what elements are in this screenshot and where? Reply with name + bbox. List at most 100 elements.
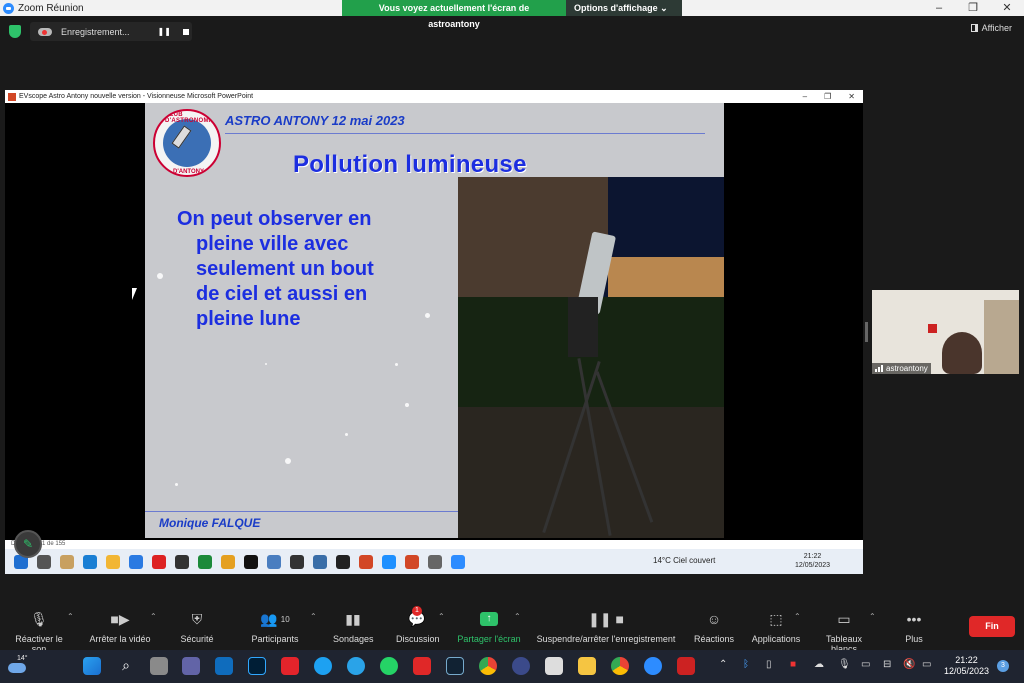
shared-screen: EVscope Astro Antony nouvelle version - … (5, 90, 863, 574)
chrome-icon[interactable] (479, 657, 497, 675)
chat-bubble-icon: 💬 1 (408, 606, 426, 627)
chat-badge: 1 (412, 606, 422, 616)
reactions-button[interactable]: ☺ Réactions (694, 610, 734, 644)
onedrive-icon[interactable]: ☁ (814, 659, 824, 670)
view-button[interactable]: Afficher (970, 23, 1012, 33)
reactions-label: Réactions (694, 634, 735, 644)
share-label: Partager l'écran (457, 634, 521, 644)
security-button[interactable]: ⛨ Sécurité (180, 610, 214, 645)
chat-button[interactable]: 💬 1 Discussion ⌃ (396, 606, 445, 644)
volume-muted-icon[interactable]: 🔇 (903, 659, 915, 670)
encryption-shield-icon[interactable] (9, 25, 21, 38)
audio-options-caret[interactable]: ⌃ (67, 612, 74, 621)
participant-avatar (942, 332, 982, 374)
recording-indicator: Enregistrement... ❚❚ (30, 22, 192, 41)
view-label: Afficher (981, 23, 1012, 33)
notification-badge[interactable]: 3 (997, 660, 1009, 672)
stop-video-button[interactable]: ■▶ Arrêter la vidéo ⌃ (88, 610, 156, 645)
outlook-icon[interactable] (215, 657, 233, 675)
chat-caret[interactable]: ⌃ (438, 612, 445, 621)
file-explorer-icon[interactable] (578, 657, 596, 675)
video-options-caret[interactable]: ⌃ (150, 612, 157, 621)
snipping-tool-icon[interactable] (545, 657, 563, 675)
edge-icon[interactable] (314, 657, 332, 675)
start-button-icon[interactable] (83, 657, 101, 675)
participants-button[interactable]: 👥 10 Participants ⌃ (250, 610, 316, 645)
restore-button[interactable]: ❐ (956, 0, 990, 16)
microphone-icon[interactable]: 🎙 (838, 659, 851, 670)
app-icon[interactable] (347, 657, 365, 675)
header-divider (225, 133, 705, 134)
powerpoint-icon (8, 92, 16, 101)
pause-recording-button[interactable]: ❚❚ (158, 27, 171, 36)
participant-name-tag: astroantony (872, 363, 931, 374)
close-button[interactable]: ✕ (990, 0, 1024, 16)
usb-icon[interactable]: ▯ (766, 659, 772, 670)
tray-overflow-icon[interactable]: ⌃ (719, 659, 727, 670)
participant-name: astroantony (886, 364, 928, 373)
signal-icon (875, 365, 883, 372)
window-controls: – ❐ ✕ (922, 0, 1024, 16)
security-label: Sécurité (180, 634, 214, 644)
body-line: de ciel et aussi en (196, 283, 368, 305)
unmute-button[interactable]: 🎙 Réactiver le son ⌃ (7, 610, 74, 655)
app-tray-icon[interactable]: ■ (790, 659, 796, 670)
apps-label: Applications (751, 634, 801, 644)
logo-text-bottom: D'ANTONY (173, 169, 204, 175)
view-options-button[interactable]: Options d'affichage ⌄ (566, 0, 682, 16)
panel-splitter[interactable] (865, 322, 868, 342)
whatsapp-icon[interactable] (380, 657, 398, 675)
participant-video-tile[interactable]: astroantony (872, 290, 1019, 374)
body-line: pleine ville avec (196, 233, 349, 255)
end-meeting-button[interactable]: Fin (969, 616, 1015, 637)
bluetooth-icon[interactable]: ᛒ (743, 659, 749, 670)
whiteboard-icon: ▭ (837, 610, 851, 627)
whiteboards-caret[interactable]: ⌃ (869, 612, 876, 621)
b-app-icon[interactable] (413, 657, 431, 675)
share-banner-message: Vous voyez actuellement l'écran de astro… (342, 0, 566, 29)
photoshop-icon[interactable] (248, 657, 266, 675)
taskbar-clock[interactable]: 21:22 12/05/2023 (944, 655, 989, 677)
app-red-icon[interactable] (677, 657, 695, 675)
search-icon[interactable]: ⌕ (117, 657, 135, 675)
battery-icon[interactable]: ▭ (922, 659, 931, 670)
annotate-pen-button[interactable]: ✎ (14, 530, 42, 558)
planet-app-icon[interactable] (512, 657, 530, 675)
k-app-icon[interactable] (446, 657, 464, 675)
security-app-icon[interactable] (281, 657, 299, 675)
slide-title: Pollution lumineuse (293, 151, 527, 178)
chrome-profile-icon[interactable] (611, 657, 629, 675)
polls-button[interactable]: ▮▮ Sondages (333, 610, 374, 645)
ppt-title-bar: EVscope Astro Antony nouvelle version - … (5, 90, 863, 103)
minimize-button[interactable]: – (922, 0, 956, 16)
video-label: Arrêter la vidéo (89, 634, 151, 644)
more-button[interactable]: ••• Plus (900, 610, 928, 644)
zoom-logo-icon (3, 2, 14, 14)
network-icon[interactable]: ⊟ (883, 659, 891, 670)
stop-recording-button[interactable] (182, 28, 189, 35)
mouse-cursor-icon (132, 288, 142, 300)
more-label: Plus (905, 634, 923, 644)
participants-caret[interactable]: ⌃ (310, 612, 317, 621)
taskbar-date: 12/05/2023 (944, 666, 990, 676)
pause-stop-icon: ❚❚ ■ (588, 610, 624, 627)
pause-stop-recording-button[interactable]: ❚❚ ■ Suspendre/arrêter l'enregistrement (533, 610, 679, 645)
task-view-icon[interactable] (150, 657, 168, 675)
apps-caret[interactable]: ⌃ (794, 612, 801, 621)
participants-icon: 👥 10 (260, 610, 290, 627)
zoom-taskbar-icon[interactable] (644, 657, 662, 675)
ppt-close-icon: ✕ (848, 92, 855, 101)
telescope-photo (458, 177, 724, 538)
share-screen-button[interactable]: ↑ Partager l'écran ⌃ (456, 610, 522, 644)
display-icon[interactable]: ▭ (861, 659, 870, 670)
meeting-toolbar: 🎙 Réactiver le son ⌃ ■▶ Arrêter la vidéo… (0, 600, 1024, 654)
participants-count: 10 (280, 614, 290, 624)
share-caret[interactable]: ⌃ (514, 612, 521, 621)
weather-widget[interactable]: 14° (6, 655, 28, 677)
apps-button[interactable]: ⬚ Applications ⌃ (750, 610, 802, 645)
logo-text-top: CLUB D'ASTRONOMIE (165, 112, 216, 124)
teams-icon[interactable] (182, 657, 200, 675)
whiteboards-button[interactable]: ▭ Tableaux blancs ⌃ (812, 610, 876, 655)
body-line: pleine lune (196, 308, 301, 330)
club-logo: CLUB D'ASTRONOMIE D'ANTONY (153, 109, 221, 177)
